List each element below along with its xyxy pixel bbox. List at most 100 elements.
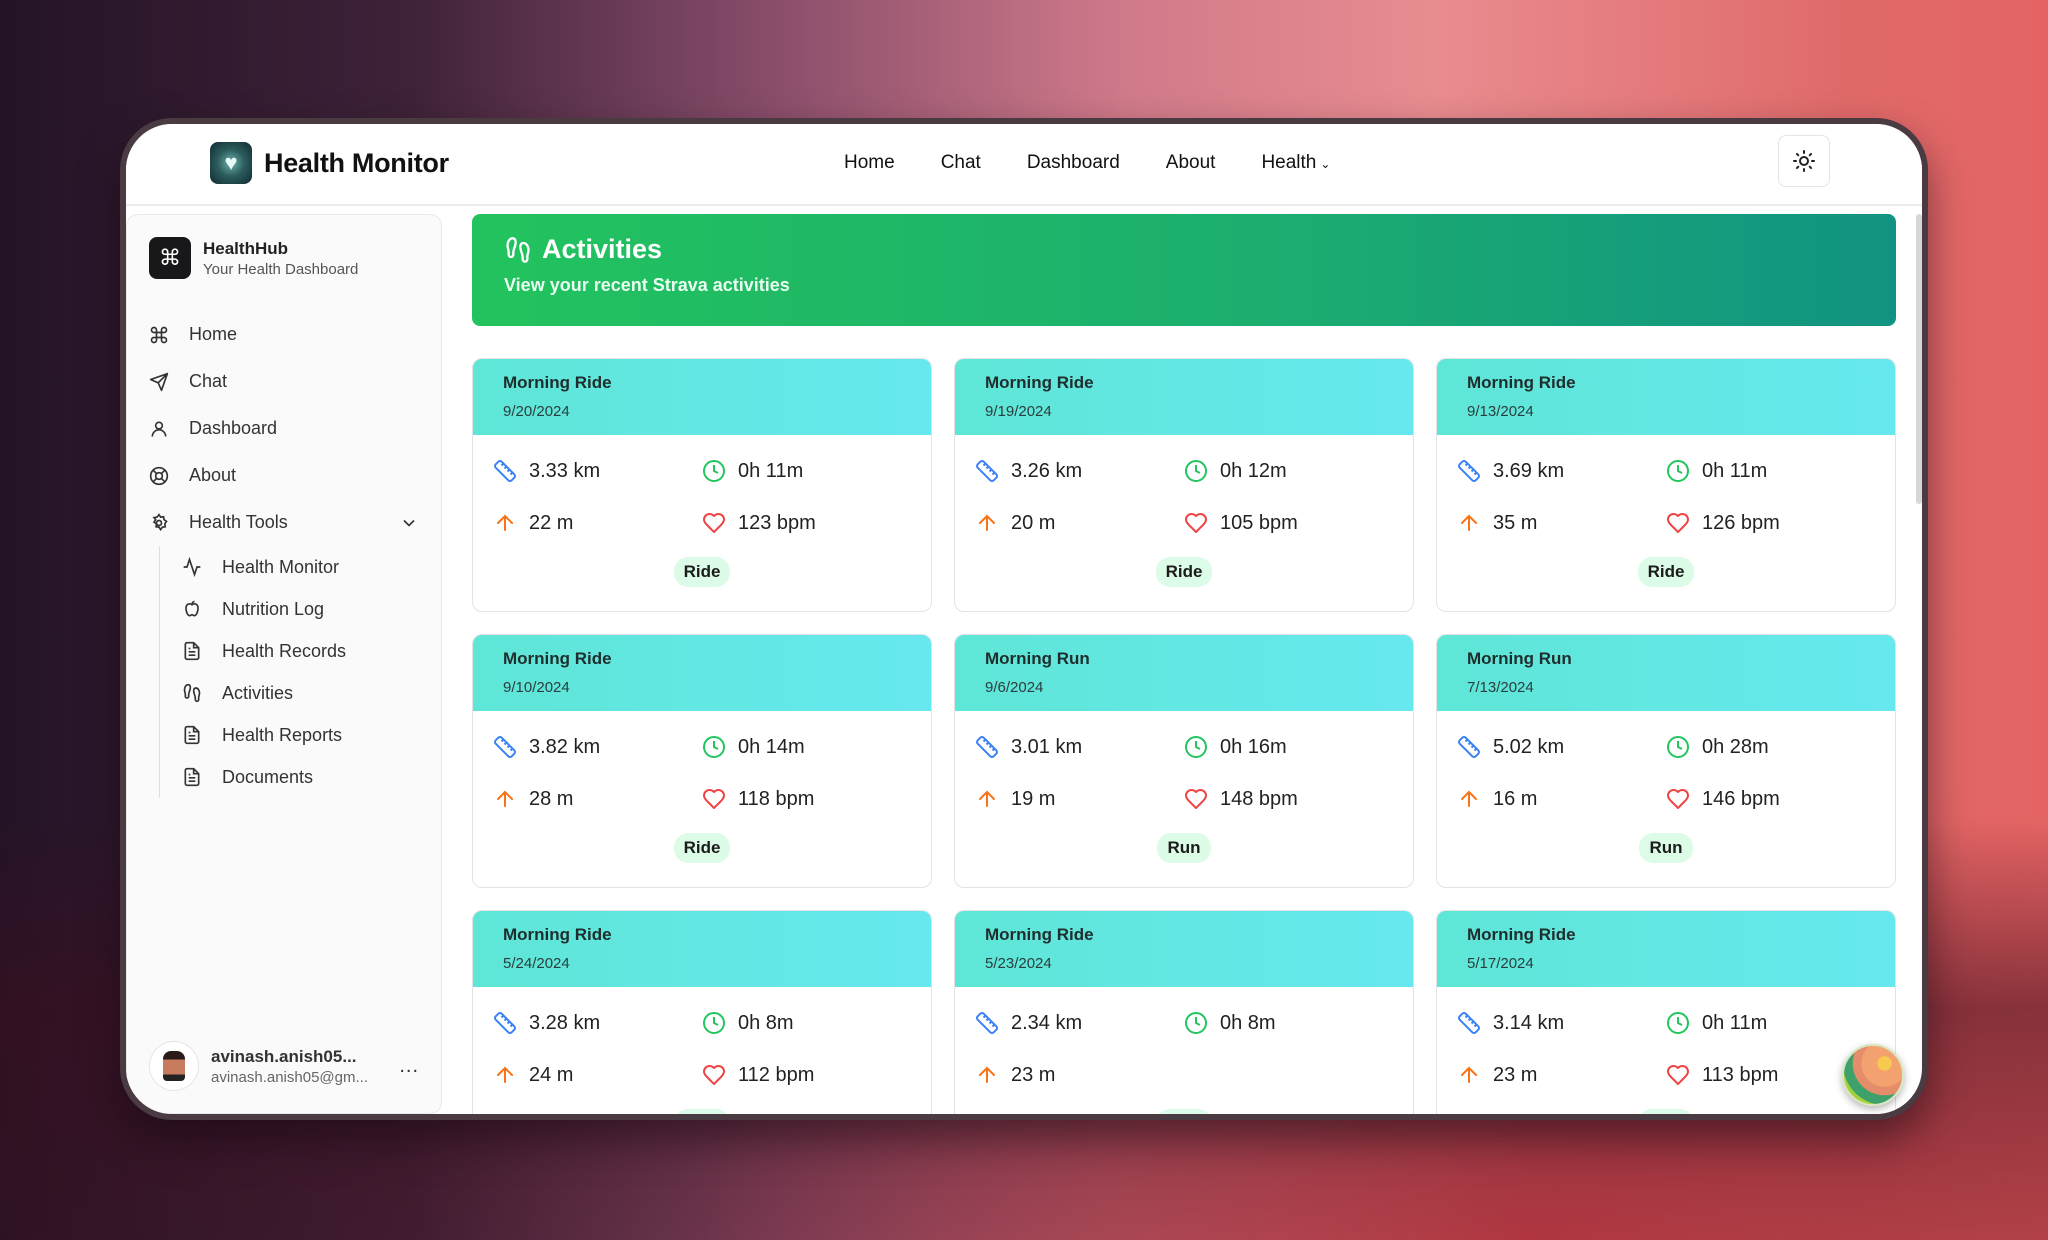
- activity-card[interactable]: Morning Ride 9/13/2024 3.69 km 0h 11m 35…: [1436, 358, 1896, 612]
- floating-assistant-button[interactable]: [1842, 1044, 1904, 1106]
- elevation-value: 19 m: [1011, 787, 1056, 810]
- app-window: ♥ Health Monitor Home Chat Dashboard Abo…: [120, 118, 1928, 1120]
- elevation-value: 28 m: [529, 787, 574, 810]
- nav-chat[interactable]: Chat: [941, 152, 981, 174]
- activity-type-badge: Ride: [1637, 1109, 1695, 1114]
- activity-date: 9/19/2024: [985, 403, 1052, 420]
- activity-date: 9/20/2024: [503, 403, 570, 420]
- clock-icon: [1667, 460, 1689, 482]
- stat-heart-rate: 112 bpm: [702, 1061, 911, 1089]
- elevation-value: 23 m: [1011, 1063, 1056, 1086]
- activity-type-badge: Run: [1157, 833, 1211, 863]
- nav-about[interactable]: About: [1166, 152, 1216, 174]
- user-profile[interactable]: avinash.anish05... avinash.anish05@gm...…: [149, 1041, 419, 1091]
- activity-title: Morning Ride: [1467, 373, 1576, 392]
- duration-value: 0h 11m: [1702, 459, 1768, 482]
- distance-value: 5.02 km: [1493, 735, 1565, 758]
- distance-value: 3.01 km: [1011, 735, 1083, 758]
- sidebar-subitem-documents[interactable]: Documents: [182, 756, 419, 798]
- activity-stats: 3.69 km 0h 11m 35 m 126 bpm: [1437, 435, 1895, 537]
- theme-toggle-button[interactable]: [1778, 135, 1830, 187]
- activity-stats: 3.28 km 0h 8m 24 m 112 bpm: [473, 987, 931, 1089]
- stat-elevation: 35 m: [1457, 509, 1666, 537]
- hub-header[interactable]: ⌘ HealthHub Your Health Dashboard: [149, 237, 358, 279]
- duration-value: 0h 28m: [1702, 735, 1769, 758]
- scrollbar[interactable]: [1916, 214, 1922, 504]
- elevation-value: 22 m: [529, 511, 574, 534]
- sidebar-item-chat[interactable]: Chat: [149, 358, 419, 405]
- activity-card[interactable]: Morning Run 9/6/2024 3.01 km 0h 16m 19 m…: [954, 634, 1414, 888]
- more-options-button[interactable]: ...: [399, 1055, 419, 1078]
- sidebar-item-health-tools[interactable]: Health Tools: [149, 499, 419, 546]
- main-content: Activities View your recent Strava activ…: [472, 214, 1896, 1114]
- activity-card[interactable]: Morning Ride 9/10/2024 3.82 km 0h 14m 28…: [472, 634, 932, 888]
- clock-icon: [1185, 460, 1207, 482]
- activity-card[interactable]: Morning Ride 5/17/2024 3.14 km 0h 11m 23…: [1436, 910, 1896, 1114]
- distance-value: 2.34 km: [1011, 1011, 1083, 1034]
- nav-dashboard[interactable]: Dashboard: [1027, 152, 1120, 174]
- activity-date: 5/17/2024: [1467, 955, 1534, 972]
- nav-home[interactable]: Home: [844, 152, 895, 174]
- duration-value: 0h 14m: [738, 735, 805, 758]
- arrow-up-icon: [1461, 514, 1477, 531]
- activity-title: Morning Ride: [503, 649, 612, 668]
- sidebar-subitem-nutrition-log[interactable]: Nutrition Log: [182, 588, 419, 630]
- clock-icon: [1667, 736, 1689, 758]
- brand[interactable]: ♥ Health Monitor: [210, 142, 449, 184]
- avatar: [149, 1041, 199, 1091]
- arrow-up-icon: [979, 514, 995, 531]
- page-title: Activities: [542, 234, 663, 264]
- user-name: avinash.anish05...: [211, 1046, 357, 1066]
- activity-card[interactable]: Morning Ride 5/23/2024 2.34 km 0h 8m 23 …: [954, 910, 1414, 1114]
- stat-elevation: 23 m: [1457, 1061, 1666, 1089]
- activity-card[interactable]: Morning Ride 9/19/2024 3.26 km 0h 12m 20…: [954, 358, 1414, 612]
- duration-value: 0h 8m: [1220, 1011, 1276, 1034]
- health-tools-submenu: Health Monitor Nutrition Log Health Reco…: [159, 546, 419, 798]
- distance-value: 3.26 km: [1011, 459, 1083, 482]
- send-icon: [149, 372, 169, 391]
- sidebar-subitem-activities[interactable]: Activities: [182, 672, 419, 714]
- arrow-up-icon: [979, 1066, 995, 1083]
- sidebar-item-label: Dashboard: [189, 418, 278, 438]
- ruler-icon: [494, 460, 516, 482]
- sidebar: ⌘ HealthHub Your Health Dashboard Home C…: [126, 214, 442, 1114]
- activity-title: Morning Ride: [985, 373, 1094, 392]
- sidebar-item-label: Chat: [189, 371, 228, 391]
- footprints-icon: [506, 236, 530, 263]
- stat-distance: 3.69 km: [1457, 457, 1666, 485]
- activity-date: 9/6/2024: [985, 679, 1044, 696]
- sidebar-item-home[interactable]: Home: [149, 311, 419, 358]
- heart-icon: [703, 513, 725, 533]
- arrow-up-icon: [497, 790, 513, 807]
- sidebar-subitem-health-reports[interactable]: Health Reports: [182, 714, 419, 756]
- activity-stats: 2.34 km 0h 8m 23 m: [955, 987, 1413, 1089]
- sidebar-item-label: Documents: [222, 766, 314, 787]
- stat-distance: 2.34 km: [975, 1009, 1184, 1037]
- stat-heart-rate: 126 bpm: [1666, 509, 1875, 537]
- activity-card[interactable]: Morning Ride 5/24/2024 3.28 km 0h 8m 24 …: [472, 910, 932, 1114]
- heart-rate-value: 126 bpm: [1702, 511, 1780, 534]
- ruler-icon: [976, 736, 998, 758]
- stat-distance: 3.01 km: [975, 733, 1184, 761]
- clock-icon: [703, 1012, 725, 1034]
- ruler-icon: [976, 1012, 998, 1034]
- activity-card[interactable]: Morning Ride 9/20/2024 3.33 km 0h 11m 22…: [472, 358, 932, 612]
- nav-health-dropdown[interactable]: Health ⌄: [1261, 152, 1330, 174]
- activity-title: Morning Ride: [1467, 925, 1576, 944]
- sidebar-item-label: Activities: [222, 682, 294, 703]
- sidebar-item-about[interactable]: About: [149, 452, 419, 499]
- ruler-icon: [494, 736, 516, 758]
- arrow-up-icon: [1461, 1066, 1477, 1083]
- heart-icon: [1667, 789, 1689, 809]
- sidebar-subitem-health-monitor[interactable]: Health Monitor: [182, 546, 419, 588]
- elevation-value: 16 m: [1493, 787, 1538, 810]
- distance-value: 3.82 km: [529, 735, 601, 758]
- heart-rate-value: 118 bpm: [738, 787, 815, 810]
- sidebar-item-dashboard[interactable]: Dashboard: [149, 405, 419, 452]
- heart-rate-value: 105 bpm: [1220, 511, 1298, 534]
- activity-card[interactable]: Morning Run 7/13/2024 5.02 km 0h 28m 16 …: [1436, 634, 1896, 888]
- activity-card-header: Morning Ride 9/19/2024: [955, 359, 1413, 435]
- sidebar-subitem-health-records[interactable]: Health Records: [182, 630, 419, 672]
- stat-elevation: 19 m: [975, 785, 1184, 813]
- stat-duration: 0h 11m: [702, 457, 911, 485]
